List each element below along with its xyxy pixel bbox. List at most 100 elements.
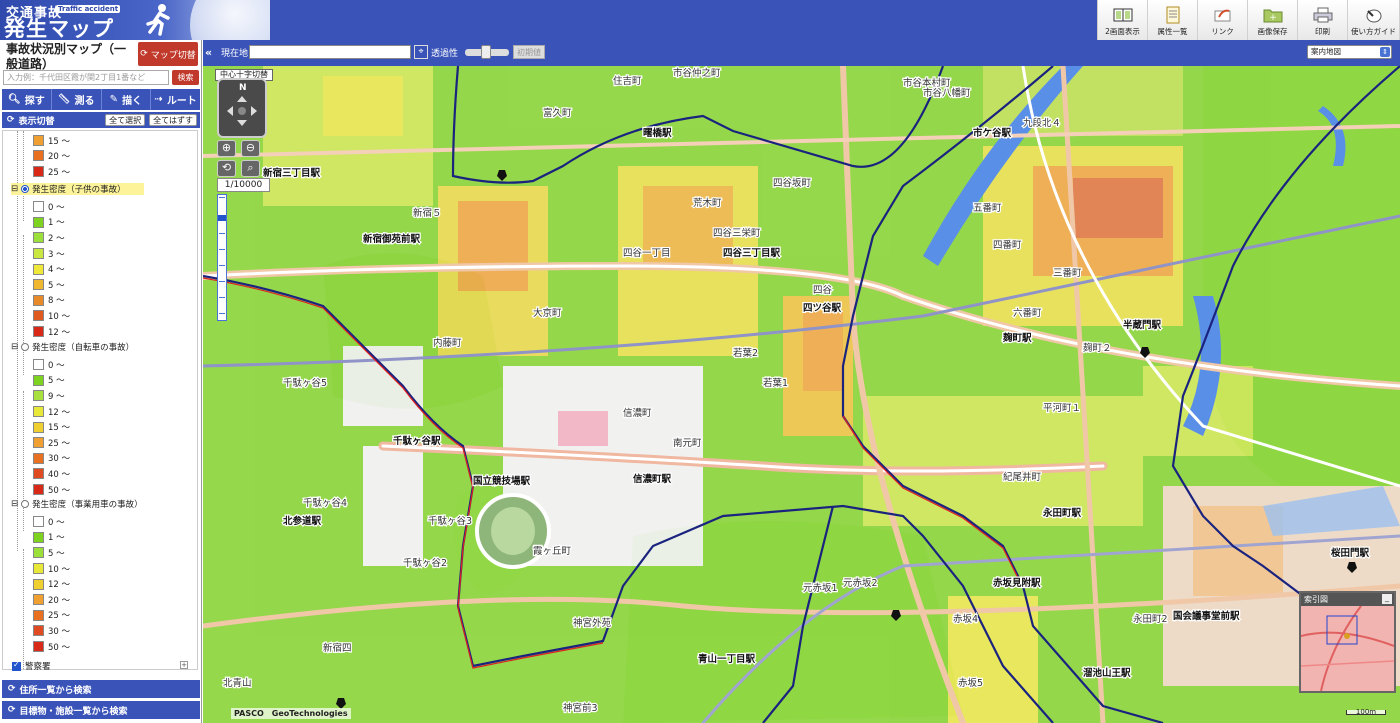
legend-item: 12 〜 (33, 404, 93, 420)
dual-screen-icon (1112, 6, 1134, 24)
deselect-all-button[interactable]: 全てはずす (149, 114, 197, 126)
save-image-button[interactable]: + 画像保存 (1248, 0, 1298, 40)
zoom-slider[interactable] (217, 194, 227, 321)
guide-icon (1363, 6, 1385, 24)
police-station-layer[interactable]: 警察署 (12, 660, 51, 672)
radio-unselected[interactable] (21, 500, 30, 508)
map-place-label: 荒木町 (693, 197, 722, 209)
map-place-label: 千駄ヶ谷4 (303, 497, 347, 509)
index-map[interactable]: 索引図 _ (1299, 591, 1396, 693)
map-place-label: 九段北４ (1023, 117, 1061, 129)
tool-route-button[interactable]: ⇢ ルート (151, 89, 200, 110)
legend-swatch (33, 150, 44, 162)
print-button[interactable]: 印刷 (1298, 0, 1348, 40)
group-commercial-accidents[interactable]: ⊟ 発生密度（事業用車の事故） (11, 498, 143, 510)
legend-item: 25 〜 (33, 164, 93, 180)
zoom-out-icon[interactable]: ⊖ (241, 140, 260, 157)
map-place-label: 新宿三丁目駅 (263, 167, 321, 179)
legend-item: 5 〜 (33, 373, 93, 389)
left-panel: 事故状況別マップ（一般道路） ⟳ マップ切替 入力例：千代田区霞が関2丁目1番な… (0, 40, 202, 723)
expand-icon[interactable]: + (180, 661, 188, 669)
locate-icon[interactable]: ⌖ (414, 45, 428, 59)
refresh-icon: ⟳ (7, 115, 15, 125)
legend-swatch (33, 516, 44, 528)
map-place-label: 市谷仲之町 (673, 67, 721, 79)
map-canvas[interactable]: 市谷仲之町 住吉町 市谷本村町 市谷八幡町 九段北４ 曙橋駅 富久町 市ケ谷駅 新宿三丁目駅 新宿… (203, 66, 1400, 723)
save-image-label: 画像保存 (1257, 27, 1288, 36)
legend-item: 20 〜 (33, 148, 93, 164)
legend-swatch (33, 294, 44, 306)
current-location-input[interactable] (249, 45, 411, 59)
svg-text:+: + (1269, 13, 1277, 23)
legend-swatch (33, 578, 44, 590)
zoom-area-icon[interactable]: ⌕ (241, 160, 260, 177)
group-bicycle-accidents[interactable]: ⊟ 発生密度（自転車の事故） (11, 341, 134, 353)
address-search-button[interactable]: 検索 (172, 70, 199, 85)
dual-screen-button[interactable]: 2画面表示 (1098, 0, 1148, 40)
map-place-label: 北青山 (223, 677, 252, 689)
legend-swatch (33, 166, 44, 178)
tool-draw-button[interactable]: ✎ 描く (102, 89, 152, 110)
transparency-slider-handle[interactable] (481, 45, 491, 59)
initial-value-button[interactable]: 初期値 (513, 45, 545, 59)
map-place-label: 四谷三丁目駅 (723, 247, 781, 259)
radio-unselected[interactable] (21, 343, 30, 351)
basemap-select[interactable]: 案内地図 ⇕ (1307, 45, 1392, 59)
map-place-label: 四谷一丁目 (623, 248, 671, 259)
map-place-label: 四谷三栄町 (713, 227, 761, 239)
basemap-selected-value: 案内地図 (1311, 47, 1341, 56)
pan-control[interactable]: N (217, 78, 267, 138)
legend-swatch (33, 232, 44, 244)
zoom-tick (219, 233, 225, 234)
checkbox-checked[interactable] (12, 660, 21, 671)
app-logo[interactable]: 交通事故 Traffic accident 発生マップ (0, 0, 270, 40)
zoom-slider-handle[interactable] (218, 215, 226, 221)
map-place-label: 麹町２ (1083, 342, 1112, 354)
rotate-reset-icon[interactable]: ⟲ (217, 160, 236, 177)
legend-swatch (33, 135, 44, 147)
legend-item: 15 〜 (33, 133, 93, 149)
map-place-label: 若葉1 (763, 377, 788, 389)
select-all-button[interactable]: 全て選択 (105, 114, 146, 126)
legend-item: 50 〜 (33, 639, 93, 655)
legend-label: 20 〜 (48, 595, 71, 606)
display-toggle-header: ⟳ 表示切替 全て選択 全てはずす (2, 112, 200, 128)
map-switch-button[interactable]: ⟳ マップ切替 (138, 42, 198, 66)
tool-measure-button[interactable]: 📏︎ 測る (52, 89, 102, 110)
legend-label: 0 〜 (48, 517, 65, 528)
radio-selected[interactable] (21, 185, 30, 193)
map-place-label: 四谷 (813, 285, 833, 296)
ruler-icon: 📏︎ (57, 94, 71, 105)
logo-line2: 発生マップ (4, 17, 114, 40)
save-image-icon: + (1262, 6, 1284, 24)
map-place-label: 五番町 (973, 202, 1002, 214)
link-button[interactable]: リンク (1198, 0, 1248, 40)
address-list-button[interactable]: ⟳ 住所一覧から検索 (2, 680, 200, 698)
group-child-accidents[interactable]: ⊟ 発生密度（子供の事故） (11, 183, 144, 195)
legend-label: 10 〜 (48, 564, 71, 575)
index-map-render (1301, 606, 1394, 691)
map-toolbar: « 現在地 ⌖ 透過性 初期値 案内地図 ⇕ (203, 40, 1400, 66)
police-label: 警察署 (25, 662, 51, 672)
map-place-label: 信濃町駅 (633, 473, 672, 485)
tool-search-button[interactable]: 🔍︎ 探す (2, 89, 52, 110)
legend-label: 30 〜 (48, 454, 71, 465)
map-place-label: 元赤坂2 (843, 578, 878, 589)
zoom-tick (219, 249, 225, 250)
attribute-list-button[interactable]: 属性一覧 (1148, 0, 1198, 40)
minimize-icon[interactable]: _ (1382, 594, 1392, 604)
layer-tree[interactable]: 15 〜 20 〜 25 〜 ⊟ 発生密度（子供の事故） 0 〜 1 〜 2 〜 3 〜… (2, 130, 198, 670)
map-place-label: 大京町 (533, 307, 562, 319)
guide-button[interactable]: 使い方ガイド (1348, 0, 1400, 40)
zoom-in-icon[interactable]: ⊕ (217, 140, 236, 157)
map-place-label: 永田町2 (1133, 613, 1168, 625)
map-place-label: 紀尾井町 (1003, 471, 1042, 483)
legend-swatch (33, 563, 44, 575)
legend-label: 5 〜 (48, 376, 65, 387)
landmark-list-button[interactable]: ⟳ 目標物・施設一覧から検索 (2, 701, 200, 719)
index-map-body[interactable] (1301, 606, 1394, 691)
address-search-input[interactable]: 入力例：千代田区霞が関2丁目1番など (3, 70, 169, 85)
zoom-tick (219, 197, 225, 198)
collapse-panel-icon[interactable]: « (205, 46, 212, 59)
map-place-label: 住吉町 (613, 75, 642, 87)
